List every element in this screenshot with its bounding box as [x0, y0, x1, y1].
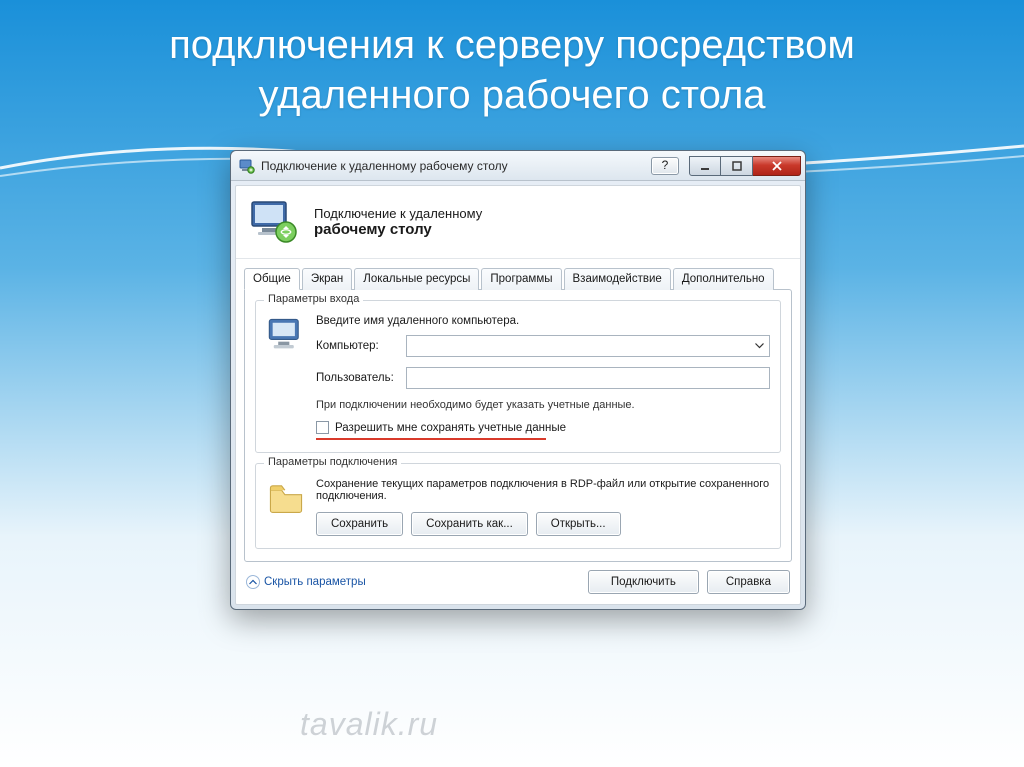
- window-title: Подключение к удаленному рабочему столу: [261, 159, 508, 173]
- app-icon: [239, 158, 255, 174]
- login-group: Параметры входа Введит: [255, 300, 781, 453]
- computer-combobox[interactable]: [406, 335, 770, 357]
- dialog-footer: Скрыть параметры Подключить Справка: [236, 562, 800, 598]
- hide-options-link[interactable]: Скрыть параметры: [246, 575, 366, 589]
- save-button[interactable]: Сохранить: [316, 512, 403, 536]
- computer-icon: [266, 344, 306, 358]
- connect-button[interactable]: Подключить: [588, 570, 699, 594]
- titlebar[interactable]: Подключение к удаленному рабочему столу …: [231, 151, 805, 181]
- close-button[interactable]: [753, 156, 801, 176]
- annotation-underline-checkbox: [316, 438, 546, 440]
- chevron-down-icon[interactable]: [751, 338, 767, 354]
- help-button[interactable]: Справка: [707, 570, 790, 594]
- save-as-button[interactable]: Сохранить как...: [411, 512, 528, 536]
- banner-line2: рабочему столу: [314, 221, 482, 238]
- title-help-button[interactable]: ?: [651, 157, 679, 175]
- user-label: Пользователь:: [316, 372, 406, 384]
- rdp-logo-icon: [248, 198, 302, 246]
- tab-panel-general: Параметры входа Введит: [244, 289, 792, 562]
- tab-general[interactable]: Общие: [244, 268, 300, 290]
- hide-options-label: Скрыть параметры: [264, 576, 366, 588]
- tab-local-resources[interactable]: Локальные ресурсы: [354, 268, 479, 290]
- save-credentials-checkbox[interactable]: Разрешить мне сохранять учетные данные: [316, 421, 770, 434]
- tab-advanced[interactable]: Дополнительно: [673, 268, 774, 290]
- chevron-up-icon: [246, 575, 260, 589]
- connection-group: Параметры подключения Сохранение текущих…: [255, 463, 781, 549]
- user-textbox[interactable]: [406, 367, 770, 389]
- open-button[interactable]: Открыть...: [536, 512, 621, 536]
- tab-display[interactable]: Экран: [302, 268, 352, 290]
- maximize-button[interactable]: [721, 156, 753, 176]
- login-intro-text: Введите имя удаленного компьютера.: [316, 315, 770, 327]
- folder-icon: [266, 507, 306, 521]
- banner-line1: Подключение к удаленному: [314, 206, 482, 221]
- save-credentials-label: Разрешить мне сохранять учетные данные: [335, 422, 566, 434]
- minimize-button[interactable]: [689, 156, 721, 176]
- rdc-window: Подключение к удаленному рабочему столу …: [230, 150, 806, 610]
- tabs: Общие Экран Локальные ресурсы Программы …: [236, 259, 800, 289]
- credentials-note: При подключении необходимо будет указать…: [316, 399, 770, 411]
- slide-title: подключения к серверу посредством удален…: [0, 0, 1024, 126]
- connection-group-text: Сохранение текущих параметров подключени…: [316, 478, 770, 502]
- banner: Подключение к удаленному рабочему столу: [236, 186, 800, 259]
- tab-programs[interactable]: Программы: [481, 268, 561, 290]
- login-group-legend: Параметры входа: [264, 293, 363, 305]
- watermark-text: tavalik.ru: [300, 706, 438, 743]
- computer-label: Компьютер:: [316, 340, 406, 352]
- tab-experience[interactable]: Взаимодействие: [564, 268, 671, 290]
- checkbox-box: [316, 421, 329, 434]
- connection-group-legend: Параметры подключения: [264, 456, 401, 468]
